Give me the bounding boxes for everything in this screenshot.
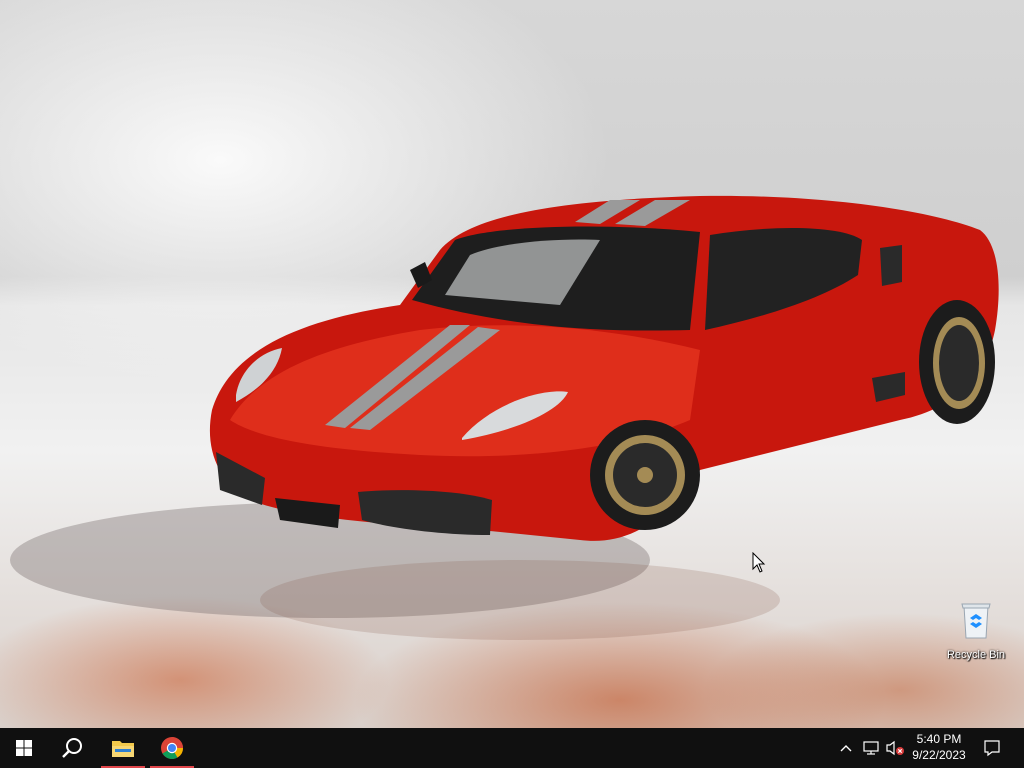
clock-date: 9/22/2023 <box>912 748 966 762</box>
network-icon <box>863 741 879 755</box>
network-status-button[interactable] <box>860 728 882 768</box>
windows-logo-icon <box>16 740 32 756</box>
chevron-up-icon <box>840 745 852 752</box>
clock-time: 5:40 PM <box>916 732 962 746</box>
desktop[interactable]: Recycle Bin <box>0 0 1024 728</box>
action-center-button[interactable] <box>978 728 1006 768</box>
taskbar-chrome[interactable] <box>148 728 196 768</box>
start-button[interactable] <box>0 728 48 768</box>
chrome-icon <box>161 737 183 759</box>
taskbar-file-explorer[interactable] <box>99 728 147 768</box>
show-hidden-icons-button[interactable] <box>836 728 856 768</box>
wallpaper-car-image <box>10 195 999 640</box>
taskbar: 5:40 PM 9/22/2023 <box>0 728 1024 768</box>
search-icon <box>62 738 82 758</box>
folder-icon <box>112 741 134 757</box>
desktop-icon-label: Recycle Bin <box>946 649 1006 661</box>
recycle-bin-icon <box>961 603 991 639</box>
mouse-cursor-icon <box>752 552 766 573</box>
taskbar-clock[interactable]: 5:40 PM 9/22/2023 <box>902 731 976 765</box>
desktop-icon-recycle-bin[interactable]: Recycle Bin <box>940 598 1012 672</box>
notifications-icon <box>984 740 1000 757</box>
search-button[interactable] <box>48 728 96 768</box>
